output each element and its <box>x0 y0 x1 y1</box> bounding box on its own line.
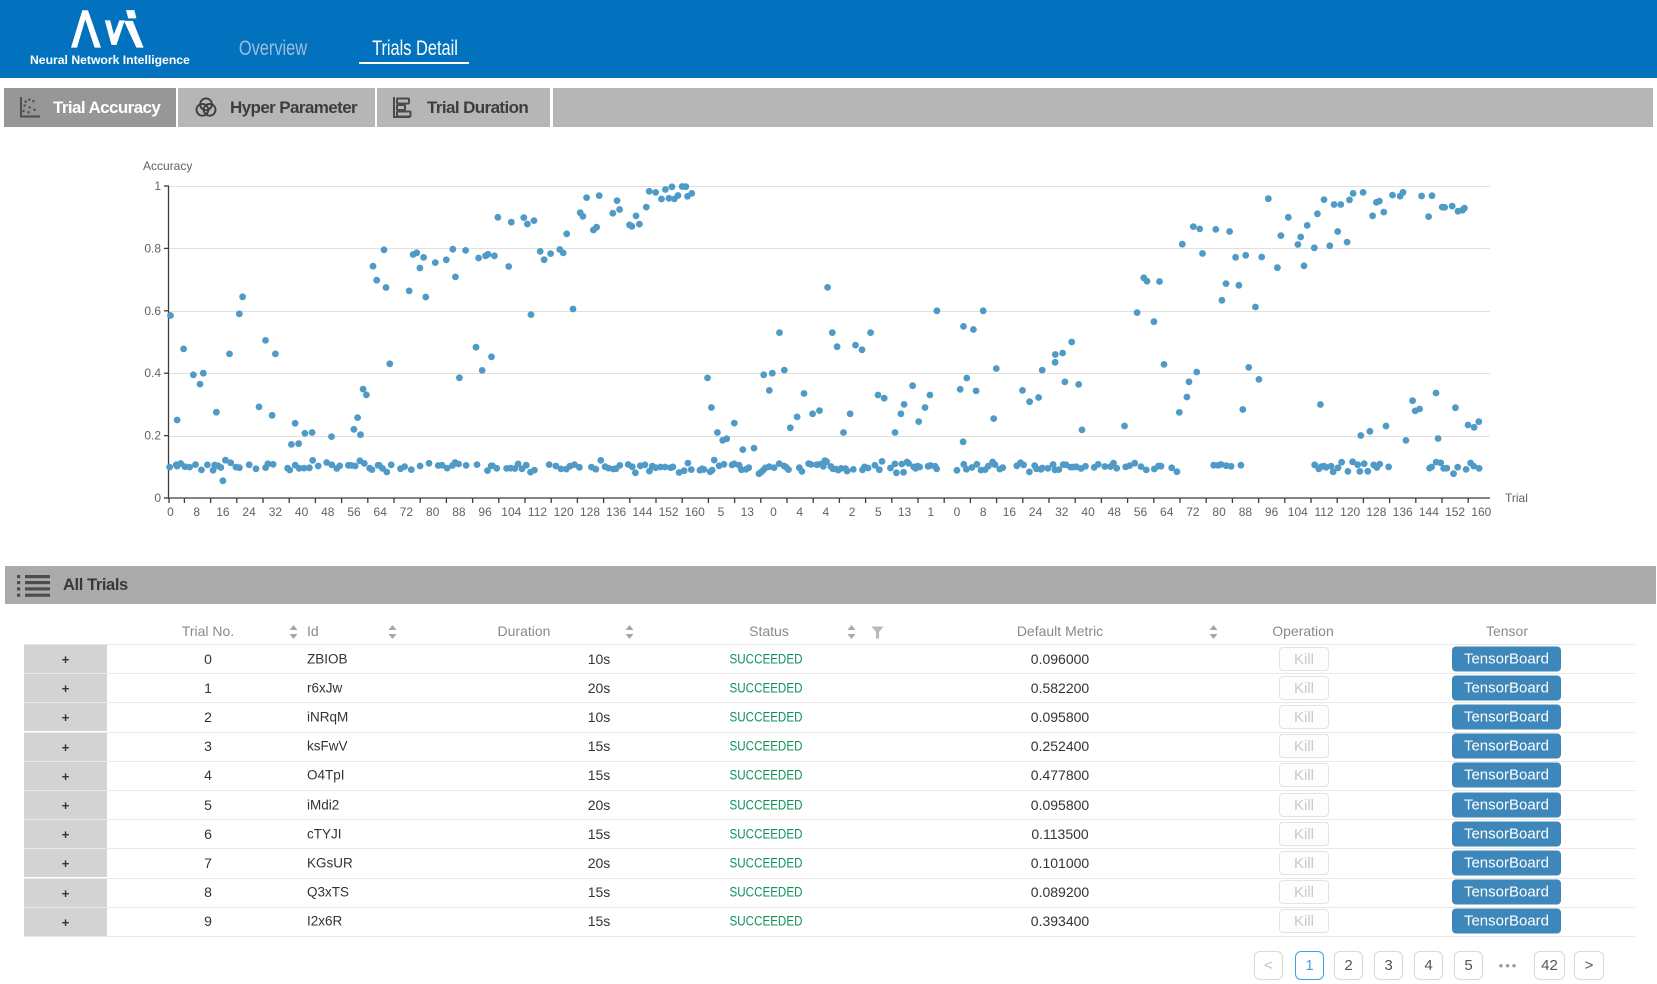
svg-text:0.6: 0.6 <box>144 304 161 318</box>
svg-text:136: 136 <box>1393 505 1413 519</box>
svg-text:56: 56 <box>1134 505 1148 519</box>
svg-text:24: 24 <box>1029 505 1043 519</box>
svg-text:144: 144 <box>632 505 652 519</box>
svg-text:152: 152 <box>1445 505 1465 519</box>
svg-text:0: 0 <box>167 505 174 519</box>
svg-text:0: 0 <box>954 505 961 519</box>
svg-text:104: 104 <box>501 505 521 519</box>
svg-text:72: 72 <box>400 505 414 519</box>
svg-text:Accuracy: Accuracy <box>143 159 192 173</box>
svg-text:0.8: 0.8 <box>144 241 161 255</box>
svg-text:40: 40 <box>295 505 309 519</box>
svg-text:5: 5 <box>718 505 725 519</box>
svg-text:80: 80 <box>426 505 440 519</box>
svg-text:8: 8 <box>980 505 987 519</box>
svg-text:1: 1 <box>154 179 161 193</box>
svg-text:24: 24 <box>242 505 256 519</box>
svg-text:0.4: 0.4 <box>144 366 161 380</box>
svg-text:64: 64 <box>374 505 388 519</box>
svg-text:40: 40 <box>1081 505 1095 519</box>
svg-text:160: 160 <box>1471 505 1491 519</box>
svg-text:16: 16 <box>216 505 230 519</box>
svg-text:5: 5 <box>875 505 882 519</box>
svg-text:112: 112 <box>528 505 547 519</box>
svg-text:0: 0 <box>154 491 161 505</box>
svg-text:96: 96 <box>478 505 492 519</box>
svg-text:128: 128 <box>1366 505 1386 519</box>
svg-text:0.2: 0.2 <box>144 429 161 443</box>
svg-text:16: 16 <box>1003 505 1017 519</box>
svg-text:8: 8 <box>193 505 200 519</box>
svg-text:13: 13 <box>741 505 755 519</box>
svg-text:128: 128 <box>580 505 600 519</box>
svg-text:32: 32 <box>1055 505 1069 519</box>
svg-text:1: 1 <box>927 505 934 519</box>
svg-text:136: 136 <box>606 505 626 519</box>
svg-text:80: 80 <box>1212 505 1226 519</box>
svg-text:72: 72 <box>1186 505 1200 519</box>
svg-text:160: 160 <box>685 505 705 519</box>
svg-text:13: 13 <box>898 505 912 519</box>
svg-text:152: 152 <box>659 505 679 519</box>
svg-text:64: 64 <box>1160 505 1174 519</box>
svg-text:88: 88 <box>1239 505 1253 519</box>
svg-text:120: 120 <box>554 505 574 519</box>
svg-text:104: 104 <box>1288 505 1308 519</box>
svg-text:2: 2 <box>849 505 856 519</box>
svg-text:120: 120 <box>1340 505 1360 519</box>
svg-text:96: 96 <box>1265 505 1279 519</box>
svg-text:88: 88 <box>452 505 466 519</box>
svg-text:48: 48 <box>1108 505 1122 519</box>
svg-text:Trial: Trial <box>1505 491 1528 505</box>
svg-text:0: 0 <box>770 505 777 519</box>
svg-text:144: 144 <box>1419 505 1439 519</box>
svg-text:32: 32 <box>269 505 283 519</box>
svg-text:56: 56 <box>347 505 361 519</box>
svg-text:4: 4 <box>823 505 830 519</box>
svg-text:48: 48 <box>321 505 335 519</box>
svg-text:4: 4 <box>796 505 803 519</box>
svg-text:112: 112 <box>1314 505 1333 519</box>
